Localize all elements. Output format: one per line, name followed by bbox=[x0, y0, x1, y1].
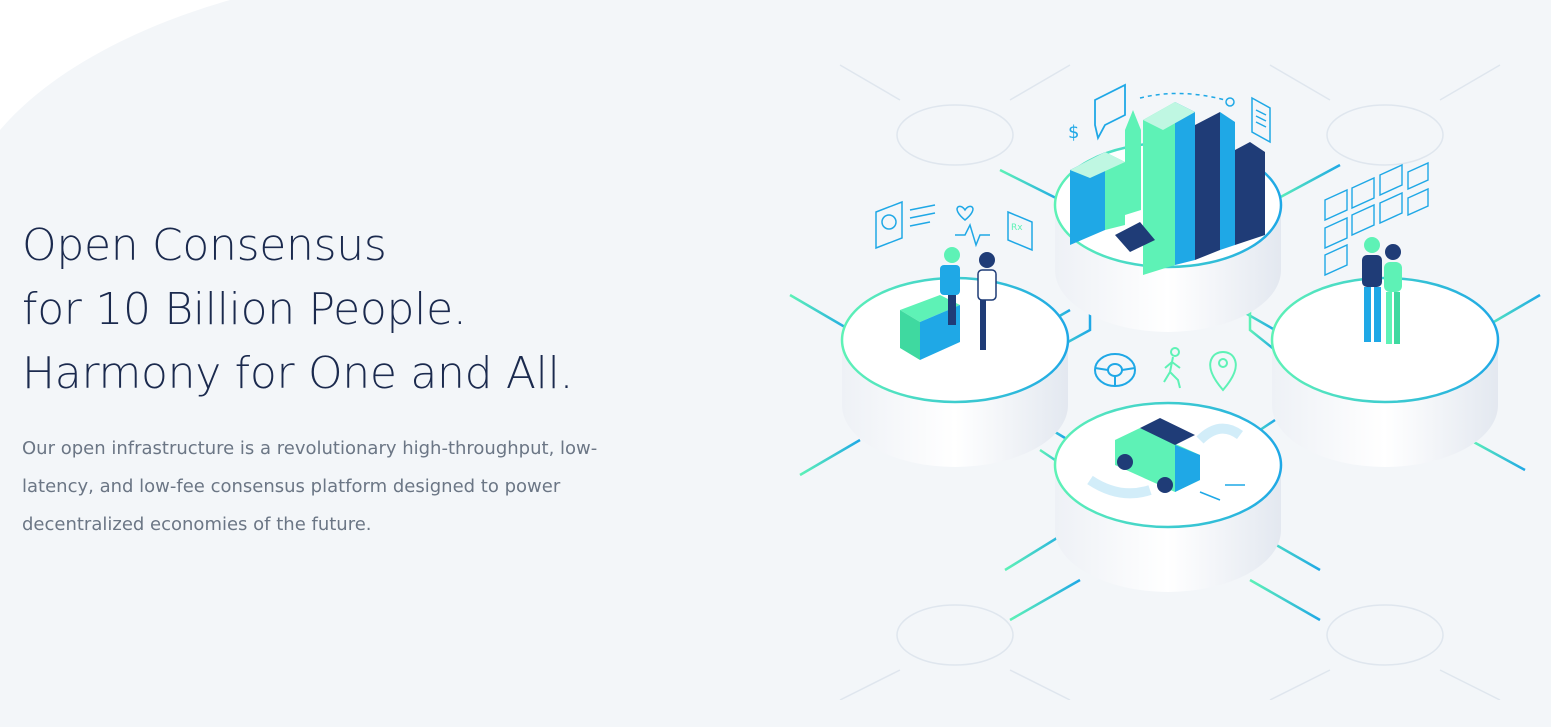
hero-text-block: Open Consensus for 10 Billion People. Ha… bbox=[22, 214, 662, 544]
steering-wheel-icon bbox=[1094, 353, 1136, 387]
healthcare-platform: Rx bbox=[840, 200, 1070, 467]
heart-icon bbox=[955, 205, 990, 248]
hero-headline: Open Consensus for 10 Billion People. Ha… bbox=[22, 214, 662, 406]
headline-line-3: Harmony for One and All. bbox=[22, 348, 574, 399]
transport-platform bbox=[1053, 401, 1283, 592]
prescription-icon: Rx bbox=[1007, 210, 1033, 252]
dollar-icon: $ bbox=[1068, 122, 1079, 143]
document-icon bbox=[1251, 96, 1271, 144]
media-platform bbox=[1270, 161, 1500, 467]
svg-text:Rx: Rx bbox=[1011, 223, 1023, 233]
isometric-network-illustration: $ Rx bbox=[789, 64, 1541, 700]
hero-description: Our open infrastructure is a revolutiona… bbox=[22, 438, 598, 535]
city-platform: $ bbox=[1053, 83, 1283, 332]
headline-line-2: for 10 Billion People. bbox=[22, 284, 467, 335]
svg-text:$: $ bbox=[1068, 122, 1079, 143]
location-pin-icon bbox=[1209, 351, 1237, 392]
chat-bubble-icon bbox=[1094, 83, 1126, 141]
walking-person-icon bbox=[1163, 347, 1181, 389]
headline-line-1: Open Consensus bbox=[22, 220, 387, 271]
